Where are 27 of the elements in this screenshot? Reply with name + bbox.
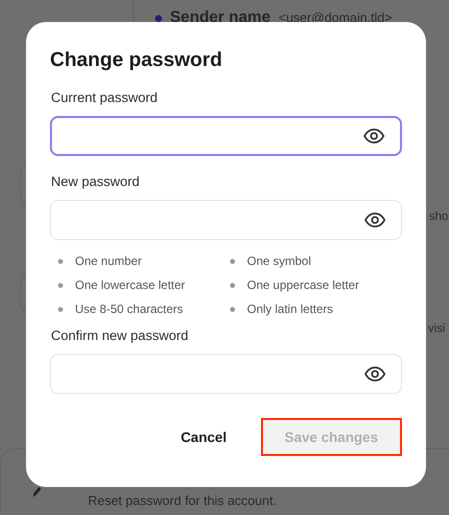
bullet-icon: [230, 306, 235, 312]
password-requirement: One uppercase letter: [247, 277, 360, 294]
bullet-icon: [58, 258, 63, 264]
eye-icon[interactable]: [364, 366, 386, 382]
password-requirement: Only latin letters: [247, 301, 334, 318]
dialog-title: Change password: [50, 48, 224, 73]
eye-icon[interactable]: [364, 212, 386, 228]
password-field[interactable]: [50, 116, 402, 156]
field-label: Current password: [50, 89, 159, 107]
pencil-icon: [32, 486, 42, 498]
eye-icon[interactable]: [363, 128, 385, 144]
password-requirement: One symbol: [247, 253, 312, 270]
reset-description: Reset password for this account.: [88, 492, 277, 510]
bullet-icon: [230, 282, 235, 288]
bullet-icon: [58, 306, 63, 312]
field-label: Confirm new password: [50, 327, 190, 345]
sender-address: <user@domain.tld>: [278, 9, 392, 28]
background-text: visi: [428, 320, 446, 337]
password-requirement: One lowercase letter: [75, 277, 186, 294]
cancel-button[interactable]: Cancel: [178, 418, 229, 456]
password-requirement: Use 8-50 characters: [75, 301, 184, 318]
field-label: New password: [50, 173, 141, 191]
sender-name: Sender name: [170, 8, 270, 28]
background-text: sho: [429, 208, 448, 225]
password-requirement: One number: [75, 253, 142, 270]
bullet-icon: [230, 258, 235, 264]
bullet-icon: [58, 282, 63, 288]
